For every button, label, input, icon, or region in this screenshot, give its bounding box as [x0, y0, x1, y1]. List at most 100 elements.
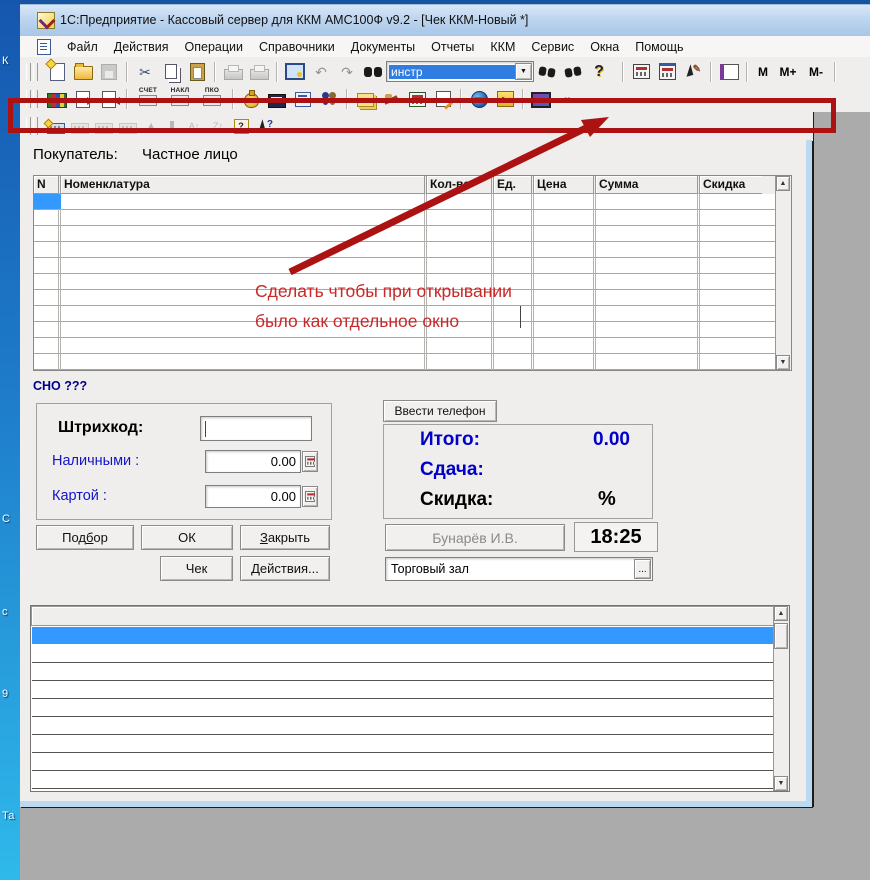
guide-icon[interactable]	[717, 61, 741, 83]
annotation-rectangle	[8, 98, 836, 133]
items-table-scrollbar[interactable]: ▲ ▼	[775, 176, 791, 370]
find-combobox-value: инстр	[389, 65, 515, 79]
document-menu-icon[interactable]	[37, 39, 51, 55]
menu-catalogs[interactable]: Справочники	[251, 38, 343, 56]
scroll-down-icon[interactable]: ▼	[776, 355, 790, 370]
buyer-label: Покупатель:	[33, 146, 118, 163]
save-icon	[97, 61, 121, 83]
scroll-up-icon[interactable]: ▲	[776, 176, 790, 191]
copy-icon[interactable]	[159, 61, 183, 83]
card-calculator-icon[interactable]	[302, 486, 318, 507]
toolbar-grip[interactable]	[26, 63, 31, 81]
find-previous-icon[interactable]	[561, 61, 585, 83]
ok-button[interactable]: ОК	[141, 525, 233, 550]
bottom-list-scrollbar[interactable]: ▲ ▼	[773, 606, 789, 791]
find-icon[interactable]	[361, 61, 385, 83]
menu-file[interactable]: Файл	[59, 38, 106, 56]
desktop-icon-label[interactable]: 9	[2, 688, 8, 700]
desktop-icon-label[interactable]: С	[2, 513, 10, 525]
selected-cell[interactable]	[34, 194, 61, 209]
barcode-input[interactable]	[200, 416, 312, 441]
scroll-up-icon[interactable]: ▲	[774, 606, 788, 621]
memory-add-button[interactable]: M+	[775, 61, 801, 83]
discount-label: Скидка:	[420, 489, 493, 511]
bottom-list-header	[31, 606, 774, 626]
cash-label: Наличными :	[52, 453, 139, 469]
redo-icon: ↷	[335, 61, 359, 83]
menu-service[interactable]: Сервис	[523, 38, 582, 56]
menu-documents[interactable]: Документы	[343, 38, 423, 56]
department-value: Торговый зал	[391, 562, 634, 576]
card-label: Картой :	[52, 488, 107, 504]
cashier-field[interactable]: Бунарёв И.В.	[385, 524, 565, 551]
zoom-edit-icon[interactable]: ✎	[681, 61, 705, 83]
app-logo-icon	[37, 12, 55, 29]
sno-label: СНО ???	[33, 379, 87, 393]
discount-unit: %	[598, 488, 616, 511]
open-folder-icon[interactable]	[71, 61, 95, 83]
new-document-icon[interactable]	[45, 61, 69, 83]
memory-recall-button[interactable]: M	[753, 61, 773, 83]
cut-icon[interactable]: ✂	[133, 61, 157, 83]
desktop-icon-label[interactable]: К	[2, 55, 8, 67]
title-bar[interactable]: 1С:Предприятие - Кассовый сервер для ККМ…	[20, 0, 870, 36]
menu-kkm[interactable]: ККМ	[482, 38, 523, 56]
menu-bar: Файл Действия Операции Справочники Докум…	[20, 36, 870, 58]
bottom-list-selected-row[interactable]	[32, 627, 773, 644]
menu-windows[interactable]: Окна	[582, 38, 627, 56]
bottom-list[interactable]: ▲ ▼	[30, 605, 790, 792]
scroll-thumb[interactable]	[774, 623, 788, 649]
column-header-n[interactable]: N	[34, 176, 61, 194]
find-dropdown-icon[interactable]: ▼	[515, 63, 532, 80]
time-display: 18:25	[574, 522, 658, 552]
column-header-nomenclature[interactable]: Номенклатура	[61, 176, 427, 194]
total-value: 0.00	[555, 429, 630, 451]
mdi-background	[813, 112, 870, 880]
toolbar-standard: ✂ ↶ ↷ инстр ▼ ? ✎ M M+ M-	[20, 57, 870, 87]
scroll-down-icon[interactable]: ▼	[774, 776, 788, 791]
column-header-qty[interactable]: Кол-во	[427, 176, 494, 194]
barcode-label: Штрихкод:	[58, 419, 143, 437]
memory-subtract-button[interactable]: M-	[803, 61, 829, 83]
enter-phone-button[interactable]: Ввести телефон	[383, 400, 497, 422]
paste-icon[interactable]	[185, 61, 209, 83]
cash-input[interactable]: 0.00	[205, 450, 301, 473]
find-combobox[interactable]: инстр ▼	[386, 61, 534, 82]
pick-button[interactable]: Подбор	[36, 525, 134, 550]
browse-button[interactable]: ...	[634, 559, 651, 579]
help-icon[interactable]: ?	[587, 61, 611, 83]
department-combobox[interactable]: Торговый зал ...	[385, 557, 653, 581]
column-header-discount[interactable]: Скидка	[700, 176, 762, 194]
column-header-unit[interactable]: Ед.	[494, 176, 534, 194]
bottom-list-rows[interactable]	[32, 645, 773, 790]
card-input[interactable]: 0.00	[205, 485, 301, 508]
change-label: Сдача:	[420, 459, 484, 481]
menu-help[interactable]: Помощь	[627, 38, 691, 56]
items-table-header: N Номенклатура Кол-во Ед. Цена Сумма Ски…	[34, 176, 791, 194]
menu-actions[interactable]: Действия	[106, 38, 177, 56]
screen: К С с 9 Та 1С:Предприятие - Кассовый сер…	[0, 0, 870, 880]
total-label: Итого:	[420, 429, 480, 451]
calendar-icon[interactable]	[655, 61, 679, 83]
window-title: 1С:Предприятие - Кассовый сервер для ККМ…	[60, 13, 528, 27]
mdi-background	[20, 807, 870, 880]
print-preview-icon	[247, 61, 271, 83]
desktop-icon-label[interactable]: Та	[2, 810, 14, 822]
interface-icon[interactable]	[283, 61, 307, 83]
calculator-icon[interactable]	[629, 61, 653, 83]
items-table: N Номенклатура Кол-во Ед. Цена Сумма Ски…	[33, 175, 792, 371]
menu-operations[interactable]: Операции	[177, 38, 251, 56]
close-button[interactable]: Закрыть	[240, 525, 330, 550]
check-button[interactable]: Чек	[160, 556, 233, 581]
column-header-sum[interactable]: Сумма	[596, 176, 700, 194]
actions-button[interactable]: Действия...	[240, 556, 330, 581]
column-header-price[interactable]: Цена	[534, 176, 596, 194]
find-next-icon[interactable]	[535, 61, 559, 83]
desktop-icon-label[interactable]: с	[2, 606, 8, 618]
print-icon	[221, 61, 245, 83]
buyer-value[interactable]: Частное лицо	[142, 146, 238, 163]
toolbar-grip[interactable]	[33, 63, 38, 81]
menu-reports[interactable]: Отчеты	[423, 38, 482, 56]
cash-calculator-icon[interactable]	[302, 451, 318, 472]
annotation-line-2: было как отдельное окно	[255, 311, 459, 332]
